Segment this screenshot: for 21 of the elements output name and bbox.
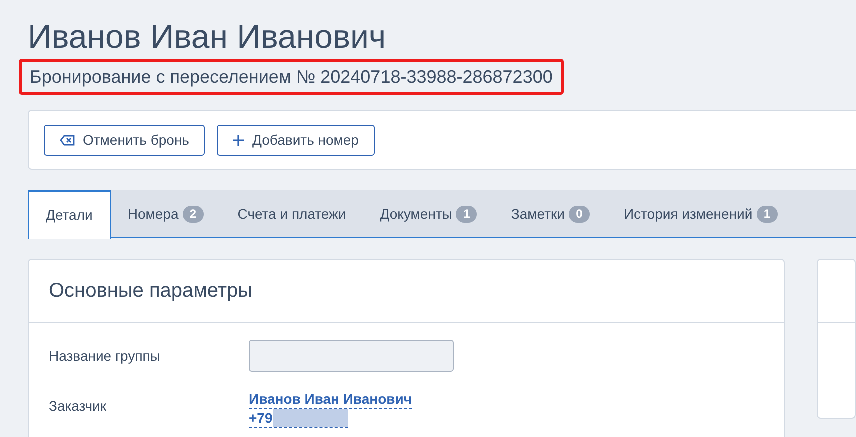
cancel-booking-button[interactable]: Отменить бронь [44, 124, 206, 156]
group-name-field[interactable] [249, 340, 454, 372]
page-title: Иванов Иван Иванович [28, 17, 386, 57]
count-badge: 0 [568, 206, 590, 222]
count-badge: 1 [456, 206, 478, 222]
field-label: Заказчик [49, 397, 108, 416]
backspace-icon [60, 134, 75, 146]
tab[interactable]: Документы 1 [363, 190, 494, 238]
count-badge: 2 [182, 206, 204, 222]
tab[interactable]: Номера 2 [110, 190, 221, 238]
tab[interactable]: Детали [28, 190, 111, 239]
count-badge: 1 [756, 206, 778, 222]
plus-icon [233, 134, 244, 146]
phone-link[interactable]: +79 [249, 409, 273, 427]
field-label: Название группы [49, 347, 162, 366]
tab[interactable]: История изменений 1 [606, 190, 795, 238]
tab[interactable]: Счета и платежи [220, 190, 364, 238]
booking-number: Бронирование с переселением № 20240718-33988-286872300 [19, 59, 564, 95]
add-room-button[interactable]: Добавить номер [217, 124, 375, 156]
tab[interactable]: Заметки 0 [494, 190, 607, 238]
card-title: Основные параметры [49, 279, 253, 304]
